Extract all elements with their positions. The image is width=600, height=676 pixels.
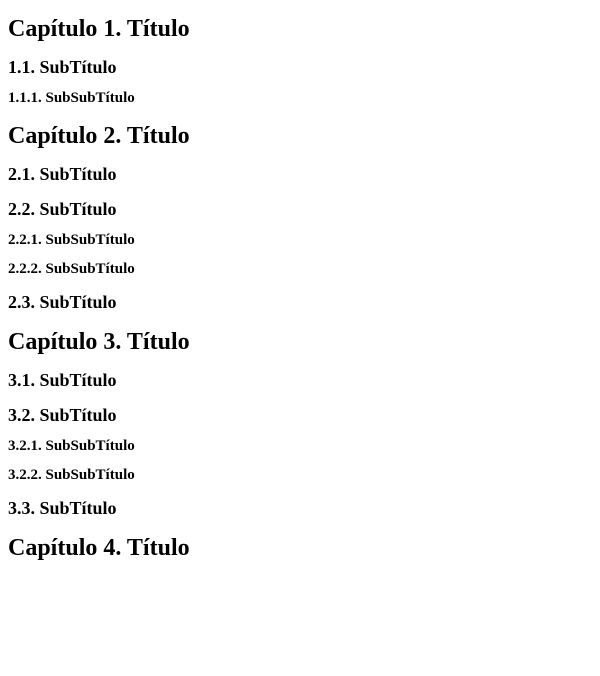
section-2-3-title: 2.3. SubTítulo	[8, 292, 600, 313]
chapter-2-title: Capítulo 2. Título	[8, 123, 600, 150]
section-2-2-1-title: 2.2.1. SubSubTítulo	[8, 232, 600, 249]
section-1-1-title: 1.1. SubTítulo	[8, 57, 600, 78]
section-3-3-title: 3.3. SubTítulo	[8, 498, 600, 519]
section-2-1-title: 2.1. SubTítulo	[8, 164, 600, 185]
chapter-1-title: Capítulo 1. Título	[8, 16, 600, 43]
chapter-4-title: Capítulo 4. Título	[8, 535, 600, 562]
chapter-3-title: Capítulo 3. Título	[8, 329, 600, 356]
section-3-2-2-title: 3.2.2. SubSubTítulo	[8, 467, 600, 484]
section-3-2-title: 3.2. SubTítulo	[8, 405, 600, 426]
section-1-1-1-title: 1.1.1. SubSubTítulo	[8, 90, 600, 107]
section-2-2-title: 2.2. SubTítulo	[8, 199, 600, 220]
section-3-2-1-title: 3.2.1. SubSubTítulo	[8, 438, 600, 455]
section-3-1-title: 3.1. SubTítulo	[8, 370, 600, 391]
section-2-2-2-title: 2.2.2. SubSubTítulo	[8, 261, 600, 278]
